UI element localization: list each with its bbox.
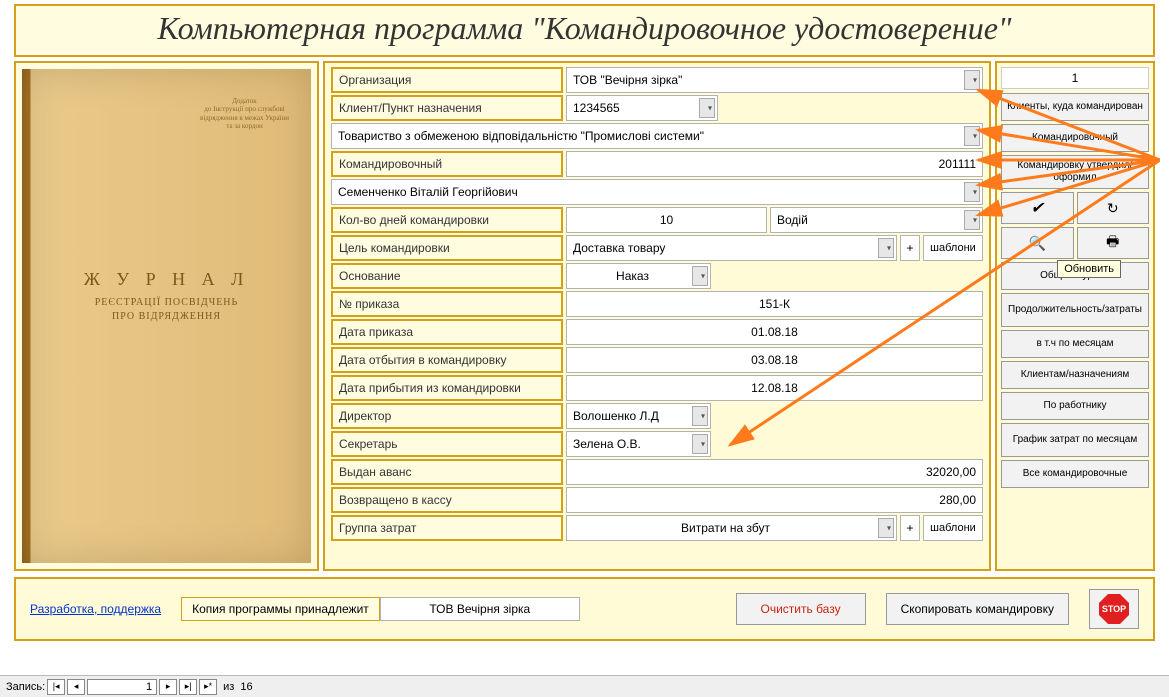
nav-next-button[interactable]: ▸ bbox=[159, 679, 177, 695]
costgroup-select[interactable]: Витрати на збут bbox=[566, 515, 897, 541]
stop-icon: STOP bbox=[1099, 594, 1129, 624]
days-label: Кол-во дней командировки bbox=[331, 207, 563, 233]
report-graph-button[interactable]: График затрат по месяцам bbox=[1001, 423, 1149, 457]
journal-note: Додаток до Інструкції про службові відря… bbox=[200, 97, 289, 131]
search-button[interactable] bbox=[1001, 227, 1074, 259]
basis-select[interactable]: Наказ bbox=[566, 263, 711, 289]
depart-date-label: Дата отбытия в командировку bbox=[331, 347, 563, 373]
report-clients-button[interactable]: Клиентам/назначениям bbox=[1001, 361, 1149, 389]
costgroup-templates-button[interactable]: шаблони bbox=[923, 515, 983, 541]
nav-current-field[interactable] bbox=[87, 679, 157, 695]
arrive-date-field[interactable]: 12.08.18 bbox=[566, 375, 983, 401]
days-field[interactable]: 10 bbox=[566, 207, 767, 233]
nav-last-button[interactable]: ▸| bbox=[179, 679, 197, 695]
bottom-bar: Разработка, поддержка Копия программы пр… bbox=[14, 577, 1155, 641]
client-code-select[interactable]: 1234565 bbox=[566, 95, 718, 121]
report-employee-button[interactable]: По работнику bbox=[1001, 392, 1149, 420]
nav-prev-button[interactable]: ◂ bbox=[67, 679, 85, 695]
nav-new-button[interactable]: ▸* bbox=[199, 679, 217, 695]
advance-label: Выдан аванс bbox=[331, 459, 563, 485]
costgroup-add-button[interactable]: + bbox=[900, 515, 920, 541]
journal-title: Ж У Р Н А Л bbox=[22, 269, 311, 290]
report-months-button[interactable]: в т.ч по месяцам bbox=[1001, 330, 1149, 358]
org-select[interactable]: ТОВ "Вечірня зірка" bbox=[566, 67, 983, 93]
record-navigator: Запись: |◂ ◂ ▸ ▸| ▸* из 16 bbox=[0, 675, 1169, 697]
secretary-label: Секретарь bbox=[331, 431, 563, 457]
print-button[interactable] bbox=[1077, 227, 1150, 259]
journal-subtitle1: РЕЄСТРАЦІЇ ПОСВІДЧЕНЬ bbox=[22, 297, 311, 308]
purpose-add-button[interactable]: + bbox=[900, 235, 920, 261]
director-label: Директор bbox=[331, 403, 563, 429]
org-label: Организация bbox=[331, 67, 563, 93]
right-panel: 1 Клиенты, куда командирован Командирово… bbox=[995, 61, 1155, 571]
clear-db-button[interactable]: Очистить базу bbox=[736, 593, 866, 625]
director-select[interactable]: Волошенко Л.Д bbox=[566, 403, 711, 429]
license-owner: ТОВ Вечірня зірка bbox=[380, 597, 580, 621]
refresh-button[interactable] bbox=[1077, 192, 1150, 224]
nav-label: Запись: bbox=[6, 681, 45, 693]
trip-label: Командировочный bbox=[331, 151, 563, 177]
form-panel: Организация ТОВ "Вечірня зірка" Клиент/П… bbox=[323, 61, 991, 571]
order-num-label: № приказа bbox=[331, 291, 563, 317]
stop-button[interactable]: STOP bbox=[1089, 589, 1139, 629]
basis-label: Основание bbox=[331, 263, 563, 289]
returned-label: Возвращено в кассу bbox=[331, 487, 563, 513]
journal-subtitle2: ПРО ВІДРЯДЖЕННЯ bbox=[22, 311, 311, 322]
record-number: 1 bbox=[1001, 67, 1149, 89]
app-title: Компьютерная программа "Командировочное … bbox=[16, 10, 1153, 47]
journal-cover-image: Додаток до Інструкції про службові відря… bbox=[22, 69, 311, 563]
refresh-tooltip: Обновить bbox=[1057, 260, 1121, 278]
purpose-select[interactable]: Доставка товару bbox=[566, 235, 897, 261]
position-select[interactable]: Водій bbox=[770, 207, 983, 233]
arrive-date-label: Дата прибытия из командировки bbox=[331, 375, 563, 401]
order-date-label: Дата приказа bbox=[331, 319, 563, 345]
depart-date-field[interactable]: 03.08.18 bbox=[566, 347, 983, 373]
report-all-button[interactable]: Все командировочные bbox=[1001, 460, 1149, 488]
purpose-templates-button[interactable]: шаблони bbox=[923, 235, 983, 261]
dev-support-link[interactable]: Разработка, поддержка bbox=[30, 602, 161, 616]
copy-trip-button[interactable]: Скопировать командировку bbox=[886, 593, 1069, 625]
left-panel: Додаток до Інструкції про службові відря… bbox=[14, 61, 319, 571]
nav-total: 16 bbox=[240, 681, 252, 693]
costgroup-label: Группа затрат bbox=[331, 515, 563, 541]
trip-number-field[interactable]: 201111 bbox=[566, 151, 983, 177]
nav-first-button[interactable]: |◂ bbox=[47, 679, 65, 695]
secretary-select[interactable]: Зелена О.В. bbox=[566, 431, 711, 457]
clients-button[interactable]: Клиенты, куда командирован bbox=[1001, 93, 1149, 121]
title-panel: Компьютерная программа "Командировочное … bbox=[14, 4, 1155, 57]
report-duration-button[interactable]: Продолжительность/затраты bbox=[1001, 293, 1149, 327]
nav-of-label: из bbox=[223, 681, 234, 693]
order-date-field[interactable]: 01.08.18 bbox=[566, 319, 983, 345]
employee-select[interactable]: Семенченко Віталій Георгійович bbox=[331, 179, 983, 205]
advance-field[interactable]: 32020,00 bbox=[566, 459, 983, 485]
license-label: Копия программы принадлежит bbox=[181, 597, 380, 621]
employees-button[interactable]: Командировочный bbox=[1001, 124, 1149, 152]
purpose-label: Цель командировки bbox=[331, 235, 563, 261]
apply-button[interactable] bbox=[1001, 192, 1074, 224]
order-num-field[interactable]: 151-К bbox=[566, 291, 983, 317]
client-label: Клиент/Пункт назначения bbox=[331, 95, 563, 121]
returned-field[interactable]: 280,00 bbox=[566, 487, 983, 513]
approver-button[interactable]: Командировку утвердил/оформил bbox=[1001, 155, 1149, 189]
client-full-select[interactable]: Товариство з обмеженою відповідальністю … bbox=[331, 123, 983, 149]
